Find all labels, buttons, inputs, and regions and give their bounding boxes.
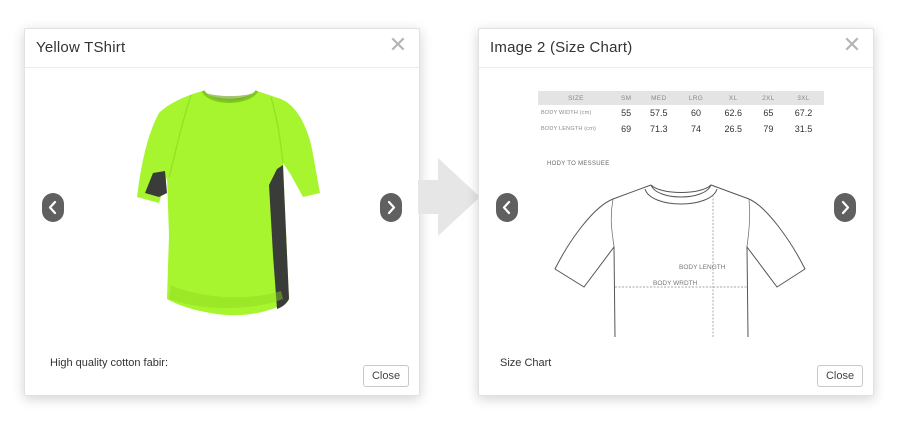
next-button[interactable] — [380, 193, 402, 222]
col-header: SIZE — [538, 91, 614, 105]
modal-header: Yellow TShirt ✕ — [25, 29, 419, 68]
table-cell: 26.5 — [724, 124, 742, 134]
next-button[interactable] — [834, 193, 856, 222]
tshirt-image — [137, 89, 320, 316]
size-chart-table: SIZE SM MED LRG XL 2XL 3XL BODY WIDTH (c… — [538, 91, 824, 137]
col-header: MED — [638, 91, 680, 105]
table-cell: 69 — [621, 124, 632, 134]
table-cell: 57.5 — [650, 108, 668, 118]
table-cell: 79 — [763, 124, 774, 134]
col-header: XL — [712, 91, 754, 105]
measure-caption: HODY TO MESSUEE — [547, 161, 610, 167]
modal-title: Yellow TShirt — [36, 39, 126, 56]
shirt-body — [137, 91, 320, 316]
length-label: BODY LENGTH — [679, 264, 726, 271]
tshirt-diagram: BODY LENGTH BODY WRDTH — [554, 184, 806, 338]
chevron-right-icon — [387, 200, 396, 215]
table-cell: 62.6 — [724, 108, 742, 118]
prev-button[interactable] — [42, 193, 64, 222]
chevron-left-icon — [502, 200, 511, 215]
modal-title: Image 2 (Size Chart) — [490, 39, 633, 56]
row-label: BODY LENGTH (cm) — [541, 126, 597, 132]
chevron-right-icon — [841, 200, 850, 215]
col-header: SM — [614, 91, 639, 105]
table-cell: 67.2 — [794, 108, 813, 118]
close-button[interactable]: Close — [363, 365, 409, 387]
image-caption: Size Chart — [500, 357, 552, 369]
table-cell: 65 — [763, 108, 774, 118]
col-header: LRG — [679, 91, 713, 105]
table-cell: 60 — [690, 108, 701, 118]
table-cell: 55 — [621, 108, 632, 118]
diagram-seam — [610, 198, 751, 248]
col-header: 2XL — [753, 91, 783, 105]
close-icon[interactable]: ✕ — [841, 35, 863, 57]
image-caption: High quality cotton fabir: — [50, 357, 169, 369]
table-cell: 31.5 — [794, 124, 813, 134]
diagram-outline — [554, 184, 806, 338]
table-cell: 74 — [690, 124, 701, 134]
prev-button[interactable] — [496, 193, 518, 222]
product-modal: Yellow TShirt ✕ High quality cotton fabi… — [24, 28, 420, 396]
width-label: BODY WRDTH — [653, 280, 698, 287]
close-button[interactable]: Close — [817, 365, 863, 387]
col-header: 3XL — [782, 91, 824, 105]
table-cell: 71.3 — [650, 124, 668, 134]
arrow-right-icon — [418, 158, 480, 236]
table-row: BODY WIDTH (cm) 55 57.5 60 62.6 65 67.2 — [538, 105, 824, 121]
modal-header: Image 2 (Size Chart) ✕ — [479, 29, 873, 68]
size-chart-modal: Image 2 (Size Chart) ✕ SIZE SM MED LRG X… — [478, 28, 874, 396]
table-header-row: SIZE SM MED LRG XL 2XL 3XL — [538, 91, 824, 105]
chevron-left-icon — [48, 200, 57, 215]
close-icon[interactable]: ✕ — [387, 35, 409, 57]
row-label: BODY WIDTH (cm) — [541, 110, 592, 116]
table-row: BODY LENGTH (cm) 69 71.3 74 26.5 79 31.5 — [538, 121, 824, 137]
